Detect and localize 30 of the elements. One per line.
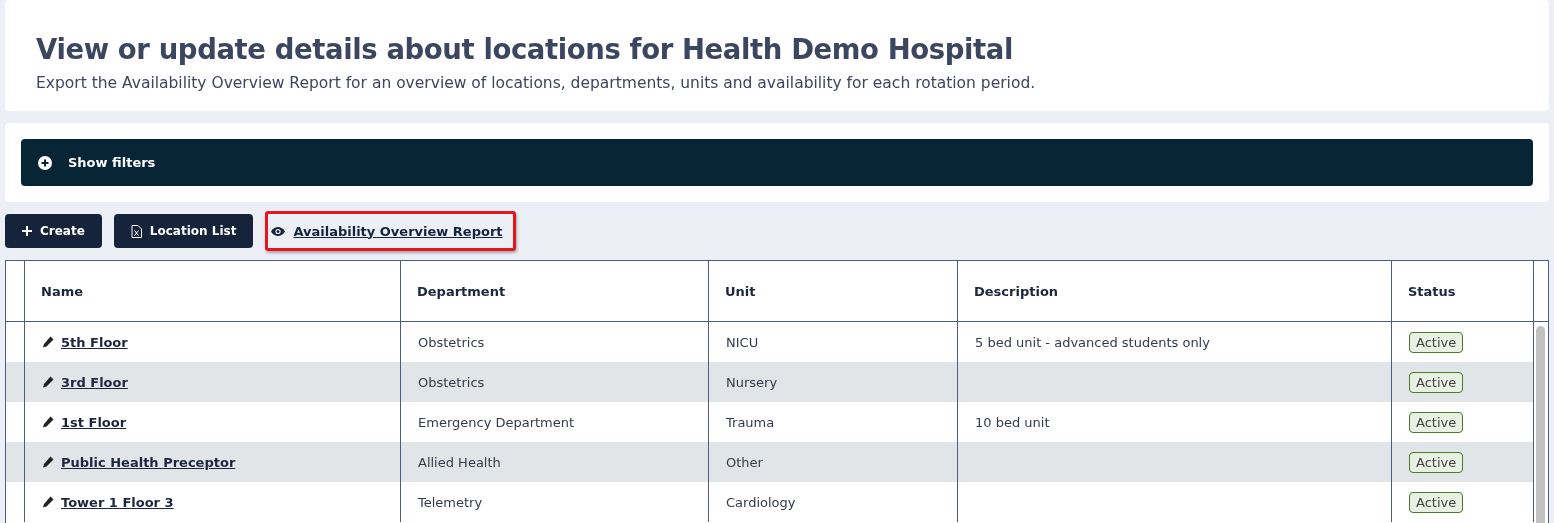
location-link[interactable]: 5th Floor bbox=[61, 334, 128, 350]
location-link[interactable]: 3rd Floor bbox=[61, 374, 128, 390]
pencil-icon bbox=[42, 376, 54, 388]
export-button[interactable]: Location List bbox=[113, 214, 254, 248]
pencil-icon bbox=[42, 496, 54, 508]
create-button[interactable]: Create bbox=[5, 214, 102, 248]
spreadsheet-file-icon bbox=[130, 224, 142, 238]
status-badge: Active bbox=[1409, 491, 1464, 513]
plus-icon bbox=[22, 226, 32, 236]
page-title: View or update details about locations for Health Demo Hospital bbox=[36, 32, 1015, 67]
page-description: Export the Availability Overview Report for an overview of locations, departments, units and availability for each rotation period. bbox=[36, 73, 1037, 94]
table-cell: Nursery bbox=[708, 362, 957, 402]
status-badge: Active bbox=[1409, 411, 1464, 433]
status-badge: Active bbox=[1409, 371, 1464, 393]
filters-toggle[interactable]: Show filters bbox=[21, 139, 1533, 186]
status-badge: Active bbox=[1409, 451, 1464, 473]
eye-icon bbox=[271, 226, 286, 236]
pencil-icon bbox=[42, 336, 54, 348]
plus-circle-icon bbox=[38, 155, 52, 170]
location-link[interactable]: Public Health Preceptor bbox=[61, 454, 236, 470]
pencil-icon bbox=[42, 456, 54, 468]
table-cell: Other bbox=[708, 442, 957, 482]
scrollbar[interactable] bbox=[1536, 326, 1545, 523]
table-cell: Obstetrics bbox=[400, 362, 708, 402]
table-cell: Allied Health bbox=[400, 442, 708, 482]
pencil-icon bbox=[42, 416, 54, 428]
status-badge: Active bbox=[1409, 331, 1464, 353]
location-link[interactable]: Tower 1 Floor 3 bbox=[61, 494, 174, 510]
report-link[interactable]: Availability Overview Report bbox=[271, 216, 503, 246]
location-link[interactable]: 1st Floor bbox=[61, 414, 127, 430]
